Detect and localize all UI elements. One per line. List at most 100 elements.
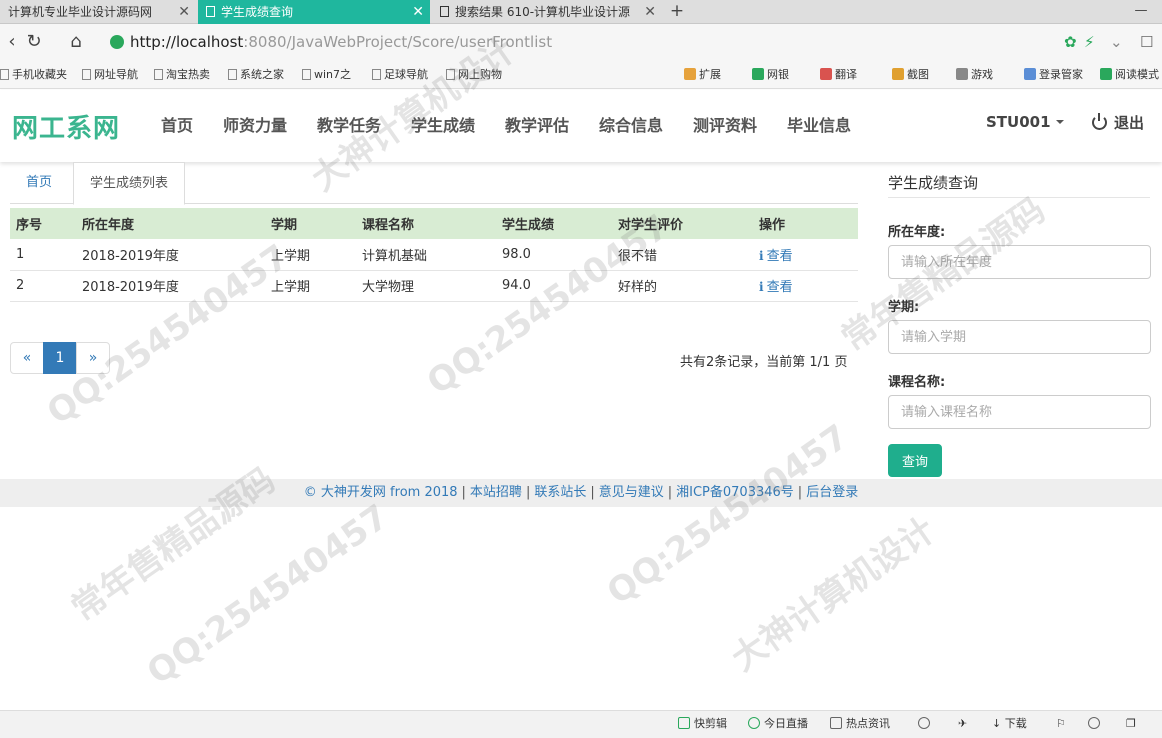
cell-course: 计算机基础 [356, 239, 496, 271]
feedback-link[interactable]: 意见与建议 [599, 485, 664, 500]
cell-course: 大学物理 [356, 270, 496, 302]
view-link[interactable]: i 查看 [759, 249, 793, 264]
download-button[interactable]: ↓ 下载 [992, 716, 1027, 732]
flag-icon[interactable]: ⚐ [1056, 716, 1066, 732]
admin-login-link[interactable]: 后台登录 [806, 485, 858, 500]
pin-icon[interactable]: ✈ [958, 716, 967, 732]
tool-label: 扩展 [699, 68, 721, 81]
nav-teaching-tasks[interactable]: 教学任务 [317, 112, 381, 136]
nav-assessment-materials[interactable]: 测评资料 [693, 112, 757, 136]
page-icon [206, 6, 215, 17]
speed-icon[interactable]: ✿ [1064, 30, 1077, 54]
bookmark-item[interactable]: 网址导航 [82, 67, 138, 83]
reload-icon[interactable]: ↻ [22, 30, 46, 54]
nav-general-info[interactable]: 综合信息 [599, 112, 663, 136]
page-icon [228, 69, 237, 80]
term-input[interactable] [888, 320, 1151, 354]
course-input[interactable] [888, 395, 1151, 429]
browser-tab-2[interactable]: 学生成绩查询 ✕ [198, 0, 430, 24]
nav-teaching-evaluation[interactable]: 教学评估 [505, 112, 569, 136]
score-table: 序号 所在年度 学期 课程名称 学生成绩 对学生评价 操作 1 2018-201… [10, 208, 858, 302]
browser-tab-1[interactable]: 计算机专业毕业设计源码网 ✕ [0, 0, 196, 24]
table-header-row: 序号 所在年度 学期 课程名称 学生成绩 对学生评价 操作 [10, 208, 858, 239]
cell-comment: 好样的 [612, 270, 753, 302]
jobs-link[interactable]: 本站招聘 [470, 485, 522, 500]
quick-clip-button[interactable]: 快剪辑 [678, 716, 727, 732]
user-dropdown[interactable]: STU001 [986, 113, 1064, 131]
contact-link[interactable]: 联系站长 [534, 485, 586, 500]
year-label: 所在年度: [888, 225, 946, 240]
tab-label: 搜索结果 610-计算机毕业设计源 [455, 5, 631, 19]
bookmark-item[interactable]: 系统之家 [228, 67, 284, 83]
url-field[interactable]: http://localhost:8080/JavaWebProject/Sco… [104, 29, 1059, 55]
secure-icon [110, 35, 124, 49]
back-icon[interactable]: ‹ [0, 30, 24, 54]
status-label: 热点资讯 [846, 717, 890, 730]
caret-down-icon [1055, 120, 1064, 124]
close-icon[interactable]: ✕ [178, 0, 190, 24]
bookmark-item[interactable]: 足球导航 [372, 67, 428, 83]
toolbar-screenshot[interactable]: 截图 [892, 67, 929, 83]
new-tab-button[interactable]: + [664, 0, 690, 24]
tool-label: 翻译 [835, 68, 857, 81]
col-term: 学期 [265, 208, 356, 239]
close-icon[interactable]: ✕ [412, 0, 424, 24]
live-button[interactable]: 今日直播 [748, 716, 808, 732]
toolbar-translate[interactable]: 翻译 [820, 67, 857, 83]
toolbar-login[interactable]: 登录管家 [1024, 67, 1083, 83]
url-host: http://localhost [130, 33, 244, 51]
nav-faculty[interactable]: 师资力量 [223, 112, 287, 136]
home-icon[interactable]: ⌂ [64, 30, 88, 54]
play-icon [678, 717, 690, 729]
site-logo[interactable]: 网工系网 [12, 108, 120, 145]
status-label: 今日直播 [764, 717, 808, 730]
cell-term: 上学期 [265, 270, 356, 302]
nav-home[interactable]: 首页 [161, 112, 193, 136]
browser-tab-3[interactable]: 搜索结果 610-计算机毕业设计源 ✕ [432, 0, 662, 24]
table-row: 2 2018-2019年度 上学期 大学物理 94.0 好样的 i 查看 [10, 270, 858, 302]
page-1-button[interactable]: 1 [43, 342, 77, 374]
tool-label: 游戏 [971, 68, 993, 81]
bookmark-item[interactable]: 网上购物 [446, 67, 502, 83]
query-button[interactable]: 查询 [888, 444, 942, 477]
search-panel-title: 学生成绩查询 [888, 174, 979, 192]
toolbar-extensions[interactable]: 扩展 [684, 67, 721, 83]
browser-icon[interactable] [1088, 716, 1100, 732]
bookmark-item[interactable]: win7之 [302, 67, 351, 83]
speed-icon[interactable] [918, 716, 930, 732]
chevron-down-icon[interactable]: ⌄ [1110, 30, 1123, 54]
nav-graduation-info[interactable]: 毕业信息 [787, 112, 851, 136]
next-page-button[interactable]: » [76, 342, 110, 374]
toolbar-reader[interactable]: 阅读模式 [1100, 67, 1159, 83]
lightning-icon[interactable]: ⚡ [1084, 30, 1095, 54]
browser-status-bar: 快剪辑 今日直播 热点资讯 ✈ ↓ 下载 ⚐ ❐ [0, 710, 1162, 738]
toolbar-bank[interactable]: 网银 [752, 67, 789, 83]
tool-label: 网银 [767, 68, 789, 81]
tab-score-list[interactable]: 学生成绩列表 [73, 162, 186, 205]
bookmark-item[interactable]: 淘宝热卖 [154, 67, 210, 83]
view-link[interactable]: i 查看 [759, 280, 793, 295]
minimize-icon[interactable]: — [1128, 0, 1154, 24]
window-icon[interactable]: ❐ [1126, 716, 1136, 732]
logout-button[interactable]: 退出 [1092, 112, 1144, 133]
toolbar-games[interactable]: 游戏 [956, 67, 993, 83]
bookmark-item[interactable]: 手机收藏夹 [0, 67, 67, 83]
bookmarks-bar: 手机收藏夹 网址导航 淘宝热卖 系统之家 win7之 足球导航 网上购物 扩展 … [0, 61, 1162, 89]
prev-page-button[interactable]: « [10, 342, 44, 374]
icp-link[interactable]: 湘ICP备0703346号 [676, 485, 794, 500]
tool-label: 阅读模式 [1115, 68, 1159, 81]
cell-year: 2018-2019年度 [76, 270, 265, 302]
copyright-link[interactable]: © 大神开发网 from 2018 [304, 485, 458, 500]
menu-icon[interactable]: ☐ [1140, 30, 1153, 54]
news-button[interactable]: 热点资讯 [830, 716, 890, 732]
bookmark-label: 手机收藏夹 [12, 68, 67, 81]
year-input[interactable] [888, 245, 1151, 279]
watermark: QQ:254540457 [140, 496, 396, 693]
col-course: 课程名称 [356, 208, 496, 239]
close-icon[interactable]: ✕ [644, 0, 656, 24]
page-icon [372, 69, 381, 80]
folder-icon [0, 69, 9, 80]
tab-home[interactable]: 首页 [10, 162, 68, 204]
site-footer: © 大神开发网 from 2018 | 本站招聘 | 联系站长 | 意见与建议 | 湘ICP备0… [0, 479, 1162, 507]
nav-student-scores[interactable]: 学生成绩 [411, 112, 475, 136]
